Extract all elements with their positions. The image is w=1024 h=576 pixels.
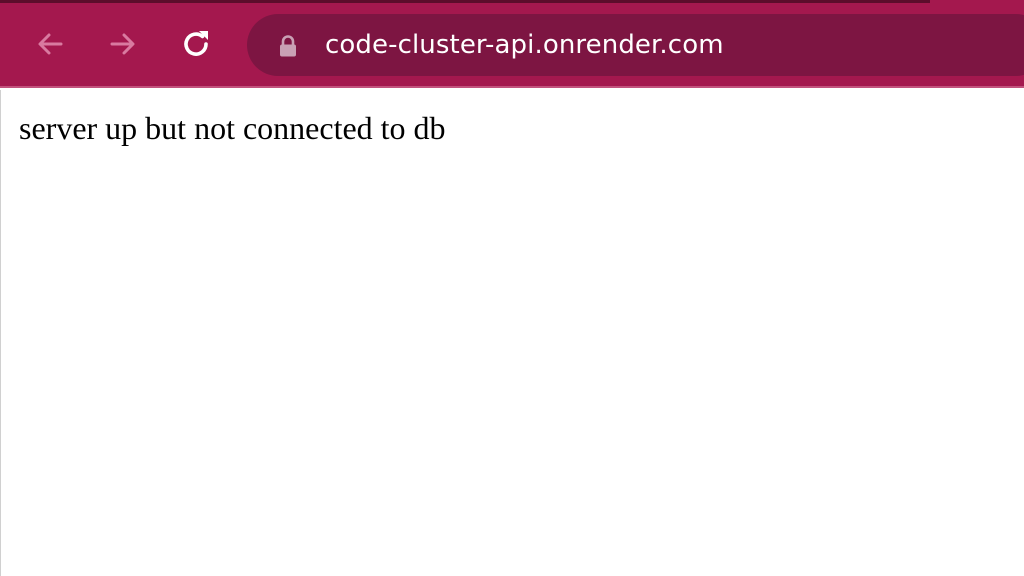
page-body-text: server up but not connected to db [19, 110, 446, 146]
address-bar[interactable]: code-cluster-api.onrender.com [247, 14, 1024, 76]
forward-button[interactable] [101, 22, 145, 66]
arrow-left-icon [38, 33, 63, 55]
reload-button[interactable] [174, 22, 218, 66]
reload-icon [184, 31, 208, 56]
lock-icon[interactable] [277, 34, 299, 58]
arrow-right-icon [110, 33, 135, 55]
back-button[interactable] [28, 22, 72, 66]
tab-strip-edge [0, 0, 930, 3]
browser-window: code-cluster-api.onrender.com server up … [0, 0, 1024, 576]
browser-toolbar: code-cluster-api.onrender.com [0, 0, 1024, 88]
page-content: server up but not connected to db [0, 90, 1024, 576]
url-text[interactable]: code-cluster-api.onrender.com [325, 28, 724, 62]
